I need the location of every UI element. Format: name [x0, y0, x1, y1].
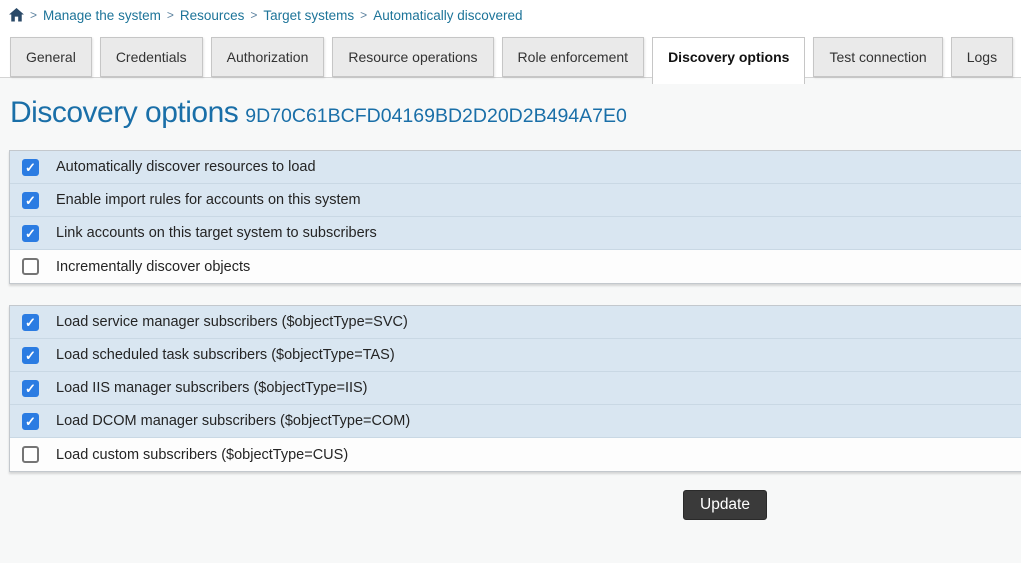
tab-resource-operations[interactable]: Resource operations — [332, 37, 493, 77]
page-title: Discovery options 9D70C61BCFD04169BD2D20D… — [10, 96, 1021, 129]
checkbox-group-discovery-settings: Automatically discover resources to load… — [9, 150, 1021, 284]
checkbox-row-incremental-discover[interactable]: Incrementally discover objects — [10, 250, 1021, 283]
checkbox-row-enable-import-rules[interactable]: Enable import rules for accounts on this… — [10, 184, 1021, 217]
checkbox-label: Link accounts on this target system to s… — [56, 225, 377, 241]
breadcrumb: > Manage the system > Resources > Target… — [0, 0, 1021, 23]
tab-credentials[interactable]: Credentials — [100, 37, 203, 77]
tab-logs[interactable]: Logs — [951, 37, 1013, 77]
target-system-id: 9D70C61BCFD04169BD2D20D2B494A7E0 — [245, 105, 627, 127]
update-button[interactable]: Update — [683, 490, 767, 520]
checkbox-icon[interactable] — [22, 192, 39, 209]
main-content: Discovery options 9D70C61BCFD04169BD2D20D… — [0, 78, 1021, 520]
breadcrumb-separator: > — [30, 8, 37, 22]
checkbox-row-load-iis-manager[interactable]: Load IIS manager subscribers ($objectTyp… — [10, 372, 1021, 405]
tab-discovery-options[interactable]: Discovery options — [652, 37, 805, 84]
top-bar: > Manage the system > Resources > Target… — [0, 0, 1021, 78]
breadcrumb-separator: > — [167, 8, 174, 22]
checkbox-row-load-dcom-manager[interactable]: Load DCOM manager subscribers ($objectTy… — [10, 405, 1021, 438]
tab-authorization[interactable]: Authorization — [211, 37, 325, 77]
page-title-text: Discovery options — [10, 96, 238, 129]
checkbox-icon[interactable] — [22, 446, 39, 463]
checkbox-row-auto-discover[interactable]: Automatically discover resources to load — [10, 151, 1021, 184]
checkbox-label: Load service manager subscribers ($objec… — [56, 314, 408, 330]
checkbox-row-load-service-manager[interactable]: Load service manager subscribers ($objec… — [10, 306, 1021, 339]
checkbox-label: Load IIS manager subscribers ($objectTyp… — [56, 380, 368, 396]
home-icon[interactable] — [9, 8, 24, 22]
breadcrumb-item-target-systems[interactable]: Target systems — [263, 8, 354, 23]
checkbox-icon[interactable] — [22, 380, 39, 397]
breadcrumb-item-manage-the-system[interactable]: Manage the system — [43, 8, 161, 23]
checkbox-label: Load scheduled task subscribers ($object… — [56, 347, 395, 363]
checkbox-icon[interactable] — [22, 225, 39, 242]
checkbox-label: Automatically discover resources to load — [56, 159, 316, 175]
checkbox-row-load-custom[interactable]: Load custom subscribers ($objectType=CUS… — [10, 438, 1021, 471]
checkbox-label: Enable import rules for accounts on this… — [56, 192, 361, 208]
checkbox-label: Load custom subscribers ($objectType=CUS… — [56, 447, 348, 463]
checkbox-label: Incrementally discover objects — [56, 259, 250, 275]
checkbox-icon[interactable] — [22, 159, 39, 176]
breadcrumb-separator: > — [250, 8, 257, 22]
tab-bar: General Credentials Authorization Resour… — [0, 37, 1021, 77]
breadcrumb-separator: > — [360, 8, 367, 22]
checkbox-icon[interactable] — [22, 258, 39, 275]
checkbox-icon[interactable] — [22, 413, 39, 430]
checkbox-row-load-scheduled-task[interactable]: Load scheduled task subscribers ($object… — [10, 339, 1021, 372]
tab-general[interactable]: General — [10, 37, 92, 77]
breadcrumb-item-resources[interactable]: Resources — [180, 8, 245, 23]
checkbox-row-link-accounts[interactable]: Link accounts on this target system to s… — [10, 217, 1021, 250]
tab-test-connection[interactable]: Test connection — [813, 37, 942, 77]
checkbox-icon[interactable] — [22, 314, 39, 331]
checkbox-label: Load DCOM manager subscribers ($objectTy… — [56, 413, 410, 429]
checkbox-icon[interactable] — [22, 347, 39, 364]
checkbox-group-subscriber-loading: Load service manager subscribers ($objec… — [9, 305, 1021, 472]
breadcrumb-item-automatically-discovered[interactable]: Automatically discovered — [373, 8, 522, 23]
tab-role-enforcement[interactable]: Role enforcement — [502, 37, 645, 77]
